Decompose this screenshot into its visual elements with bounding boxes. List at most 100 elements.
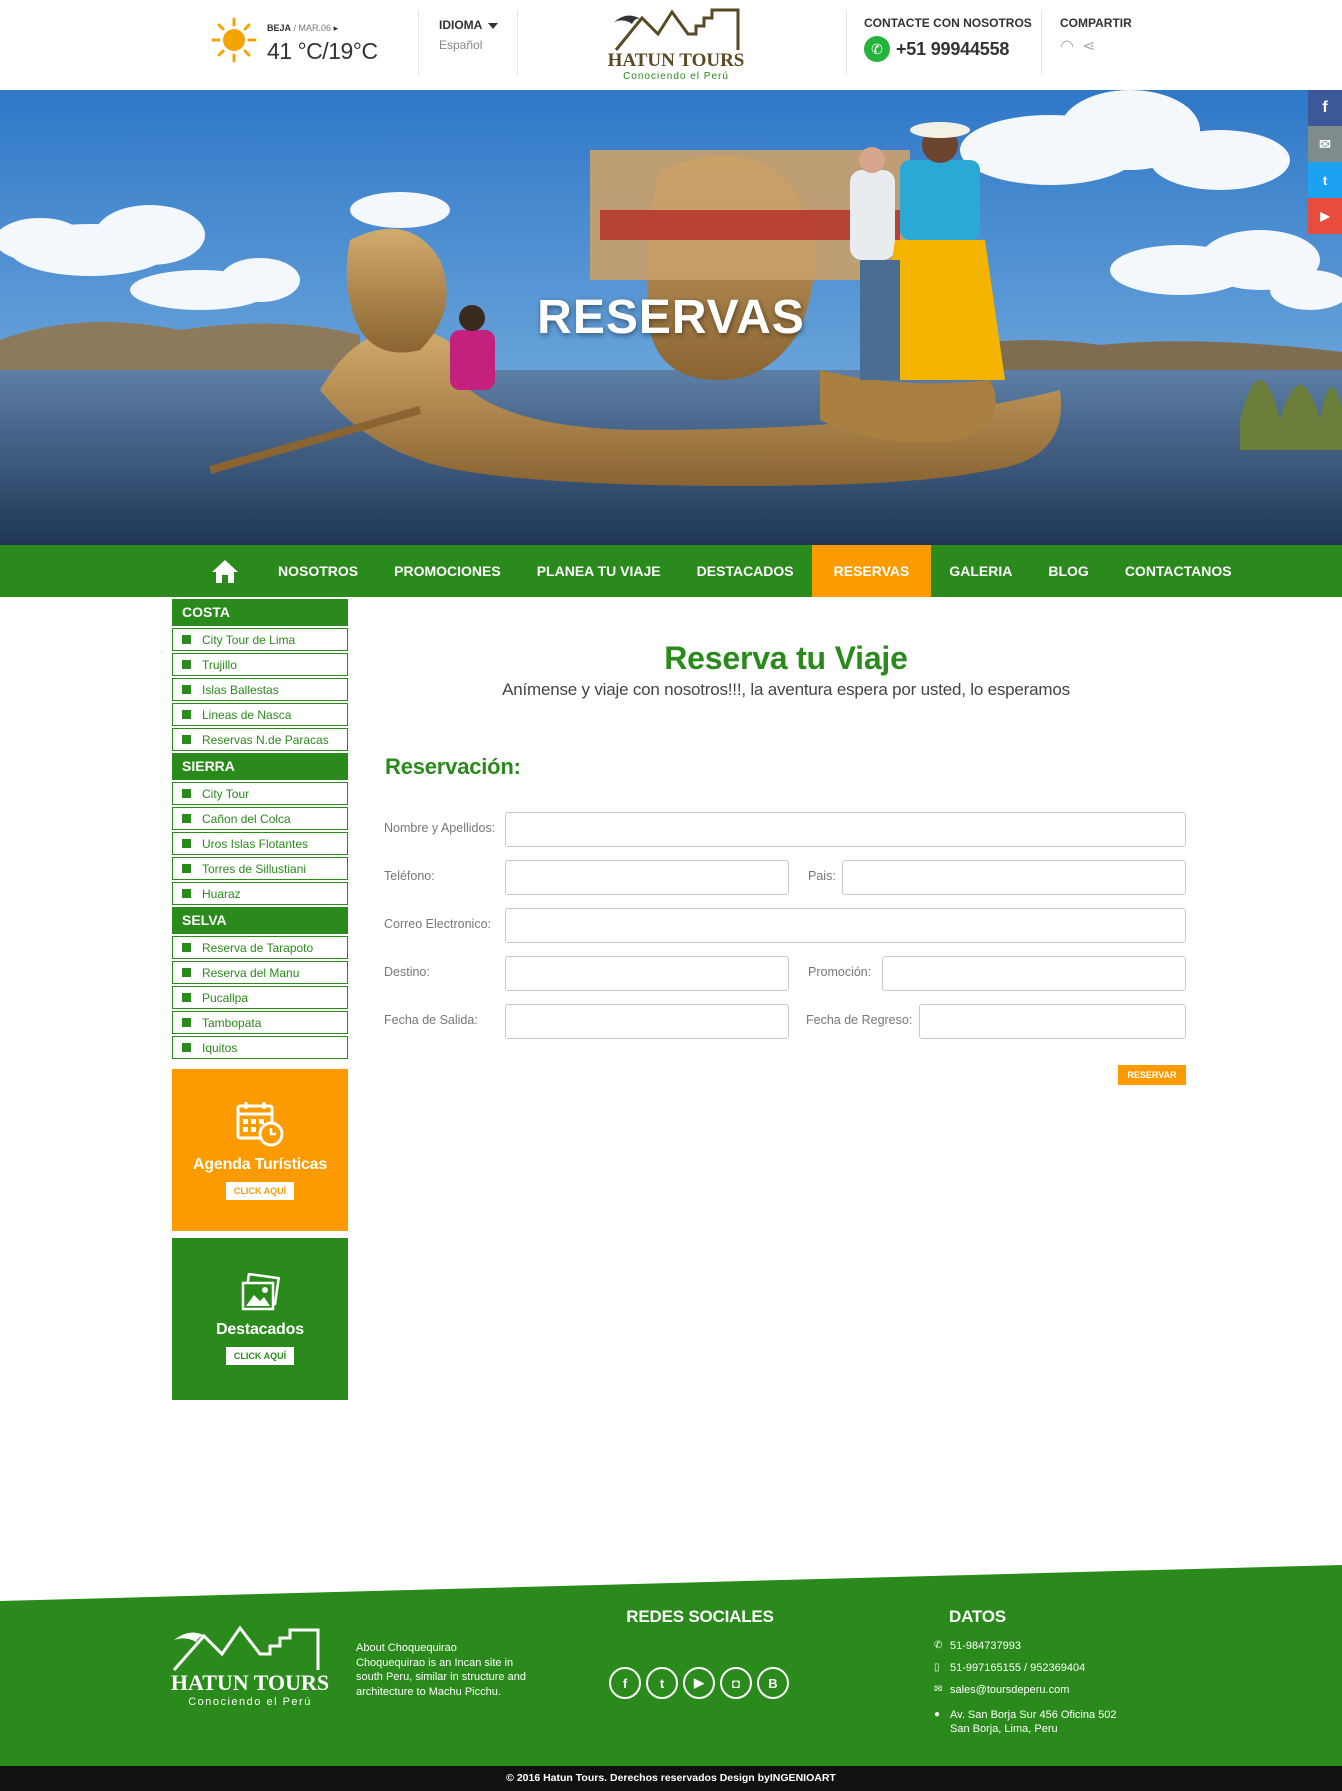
facebook-icon[interactable]: f [1308,90,1342,126]
footer-email[interactable]: ✉ sales@toursdeperu.com [934,1683,1069,1697]
bullet-icon [182,789,191,798]
divider [418,10,419,75]
category-selva: SELVA [172,907,348,934]
top-bar: BEJA / MAR.06 ▸ 41 °C/19°C IDIOMA Españo… [0,0,1342,90]
sidebar-item[interactable]: Huaraz [172,882,348,905]
promotion-input[interactable] [882,956,1186,991]
sidebar-item[interactable]: Islas Ballestas [172,678,348,701]
bullet-icon [182,735,191,744]
mail-icon[interactable]: ✉ [1308,126,1342,162]
country-input[interactable] [842,860,1186,895]
sidebar-item[interactable]: Uros Islas Flotantes [172,832,348,855]
agenda-promo[interactable]: Agenda Turísticas CLICK AQUÍ [172,1069,348,1231]
blogger-icon[interactable]: B [757,1667,789,1699]
sidebar-item[interactable]: Reserva del Manu [172,961,348,984]
agenda-click-button[interactable]: CLICK AQUÍ [225,1182,295,1200]
name-input[interactable] [505,812,1186,847]
main-subtitle: Anímense y viaje con nosotros!!!, la ave… [502,680,1070,699]
nav-item-nosotros[interactable]: NOSOTROS [260,545,376,597]
chevron-down-icon [488,22,499,29]
weather-location: BEJA / MAR.06 ▸ [267,23,339,33]
footer-address: ● Av. San Borja Sur 456 Oficina 502 San Bo… [934,1709,1117,1735]
logo-name: HATUN TOURS [608,50,744,71]
language-selector[interactable]: IDIOMA Español [439,18,499,52]
divider [517,10,518,75]
instagram-icon[interactable]: ◘ [720,1667,752,1699]
bullet-icon [182,943,191,952]
bullet-icon [182,685,191,694]
agenda-title: Agenda Turísticas [192,1156,328,1173]
page-title: RESERVAS [537,291,805,344]
contact-block: CONTACTE CON NOSOTROS ✆ +51 99944558 [864,16,1032,62]
return-label: Fecha de Regreso: [806,1013,913,1027]
destacados-promo[interactable]: Destacados CLICK AQUÍ [172,1238,348,1400]
nav-item-planea-tu-viaje[interactable]: PLANEA TU VIAJE [519,545,679,597]
destination-input[interactable] [505,956,789,991]
main-title: Reserva tu Viaje [664,640,908,676]
sidebar-item[interactable]: Lineas de Nasca [172,703,348,726]
sidebar-item[interactable]: Reservas N.de Paracas [172,728,348,751]
nav-item-reservas[interactable]: RESERVAS [811,545,932,597]
nav-item-blog[interactable]: BLOG [1030,545,1106,597]
phone-label: Teléfono: [384,869,435,883]
share-block: COMPARTIR ◠ ⋖ [1060,16,1132,56]
hatun-tours-logo[interactable]: HATUN TOURS Conociendo el Perú [608,4,748,82]
language-value: Español [439,38,483,52]
sidebar-item[interactable]: Cañon del Colca [172,807,348,830]
bullet-icon [182,864,191,873]
name-label: Nombre y Apellidos: [384,821,496,835]
reservation-heading: Reservación: [385,754,521,779]
whatsapp-icon: ✆ [864,36,890,62]
twitter-icon[interactable]: t [646,1667,678,1699]
departure-date-input[interactable] [505,1004,789,1039]
nav-item-destacados[interactable]: DESTACADOS [679,545,812,597]
divider [846,10,847,75]
main-nav: NOSOTROS PROMOCIONES PLANEA TU VIAJE DES… [0,545,1342,597]
bullet-icon [182,635,191,644]
bullet-icon [182,1043,191,1052]
rss-icon[interactable]: ◠ [1060,36,1074,56]
bullet-icon [182,710,191,719]
sidebar-item[interactable]: Pucallpa [172,986,348,1009]
contact-phone[interactable]: +51 99944558 [896,39,1009,60]
photos-icon [241,1273,281,1311]
youtube-icon[interactable]: ▶ [683,1667,715,1699]
nav-item-promociones[interactable]: PROMOCIONES [376,545,519,597]
sidebar-item[interactable]: Tambopata [172,1011,348,1034]
logo-tagline: Conociendo el Perú [623,71,729,82]
bullet-icon [182,1018,191,1027]
footer-logo-name: HATUN TOURS [171,1670,329,1695]
bullet-icon [182,968,191,977]
sidebar-item[interactable]: Reserva de Tarapoto [172,936,348,959]
email-label: Correo Electronico: [384,917,491,931]
email-input[interactable] [505,908,1186,943]
promotion-label: Promoción: [808,965,872,979]
footer-about: About Choquequirao Choquequirao is an In… [356,1642,526,1698]
bullet-icon [182,660,191,669]
destacados-click-button[interactable]: CLICK AQUÍ [225,1347,295,1365]
category-sierra: SIERRA [172,753,348,780]
sidebar-item[interactable]: City Tour [172,782,348,805]
calendar-clock-icon [236,1102,284,1147]
footer-logo[interactable]: HATUN TOURS Conociendo el Perú [168,1618,333,1710]
contact-label: CONTACTE CON NOSOTROS [864,16,1032,30]
youtube-icon[interactable]: ▶ [1308,198,1342,234]
sun-icon [211,17,257,63]
envelope-icon: ✉ [934,1684,943,1695]
sidebar-item[interactable]: Trujillo [172,653,348,676]
sidebar-item[interactable]: City Tour de Lima [172,628,348,651]
reservar-button[interactable]: RESERVAR [1118,1065,1186,1085]
return-date-input[interactable] [919,1004,1186,1039]
share-icon[interactable]: ⋖ [1082,36,1095,56]
facebook-icon[interactable]: f [609,1667,641,1699]
nav-item-contactanos[interactable]: CONTACTANOS [1107,545,1250,597]
nav-item-galeria[interactable]: GALERIA [931,545,1030,597]
nav-home[interactable] [190,545,260,597]
footer-phone-2: ▯ 51-997165155 / 952369404 [934,1662,1086,1674]
social-title: REDES SOCIALES [626,1607,774,1626]
phone-input[interactable] [505,860,789,895]
location-icon: ● [934,1709,941,1720]
sidebar-item[interactable]: Torres de Sillustiani [172,857,348,880]
twitter-icon[interactable]: t [1308,162,1342,198]
sidebar-item[interactable]: Iquitos [172,1036,348,1059]
